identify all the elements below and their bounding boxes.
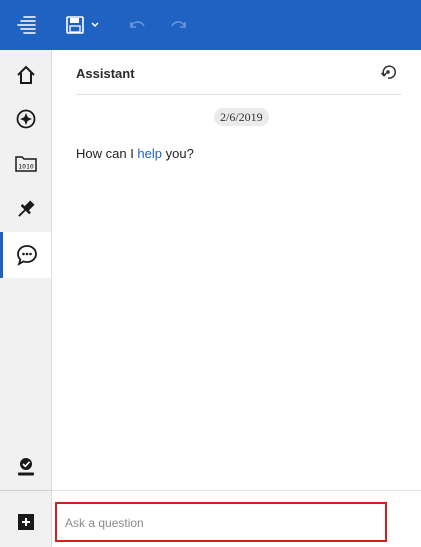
svg-text:1010: 1010 [18,163,34,171]
sidebar-divider [0,490,51,491]
ask-question-input[interactable] [63,512,377,534]
help-link[interactable]: help [137,146,162,161]
profile-icon [15,456,37,478]
reset-chat-icon [379,63,397,81]
assistant-chat-icon [15,243,39,267]
redo-icon [169,16,189,34]
left-sidebar: 1010 [0,50,52,547]
undo-button[interactable] [124,0,150,50]
sidebar-item-new[interactable] [0,499,51,545]
input-divider [52,490,421,491]
sidebar-item-home[interactable] [0,52,51,98]
sidebar-item-profile[interactable] [0,444,51,490]
save-button[interactable] [64,0,86,50]
assistant-panel: Assistant 2/6/2019 How can I help you? [52,50,421,547]
plus-icon [16,512,36,532]
sidebar-item-navigate[interactable] [0,96,51,142]
greeting-text-prefix: How can I [76,146,138,161]
menu-icon [15,14,39,36]
pin-icon [15,198,37,220]
save-icon [65,15,85,35]
save-options-dropdown[interactable] [88,0,102,50]
sidebar-item-pinned[interactable] [0,186,51,232]
data-icon: 1010 [14,152,38,174]
undo-icon [127,16,147,34]
redo-button[interactable] [166,0,192,50]
home-icon [15,64,37,86]
date-separator: 2/6/2019 [214,108,269,126]
header-divider [76,94,402,95]
assistant-greeting-message: How can I help you? [76,146,194,161]
greeting-text-suffix: you? [162,146,194,161]
compass-icon [15,108,37,130]
chevron-down-icon [90,21,100,29]
reset-conversation-button[interactable] [378,62,398,82]
sidebar-item-assistant[interactable] [0,232,51,278]
menu-button[interactable] [10,0,44,50]
question-input-container [55,502,387,542]
panel-title: Assistant [76,66,135,81]
sidebar-item-data[interactable]: 1010 [0,140,51,186]
top-toolbar [0,0,421,50]
